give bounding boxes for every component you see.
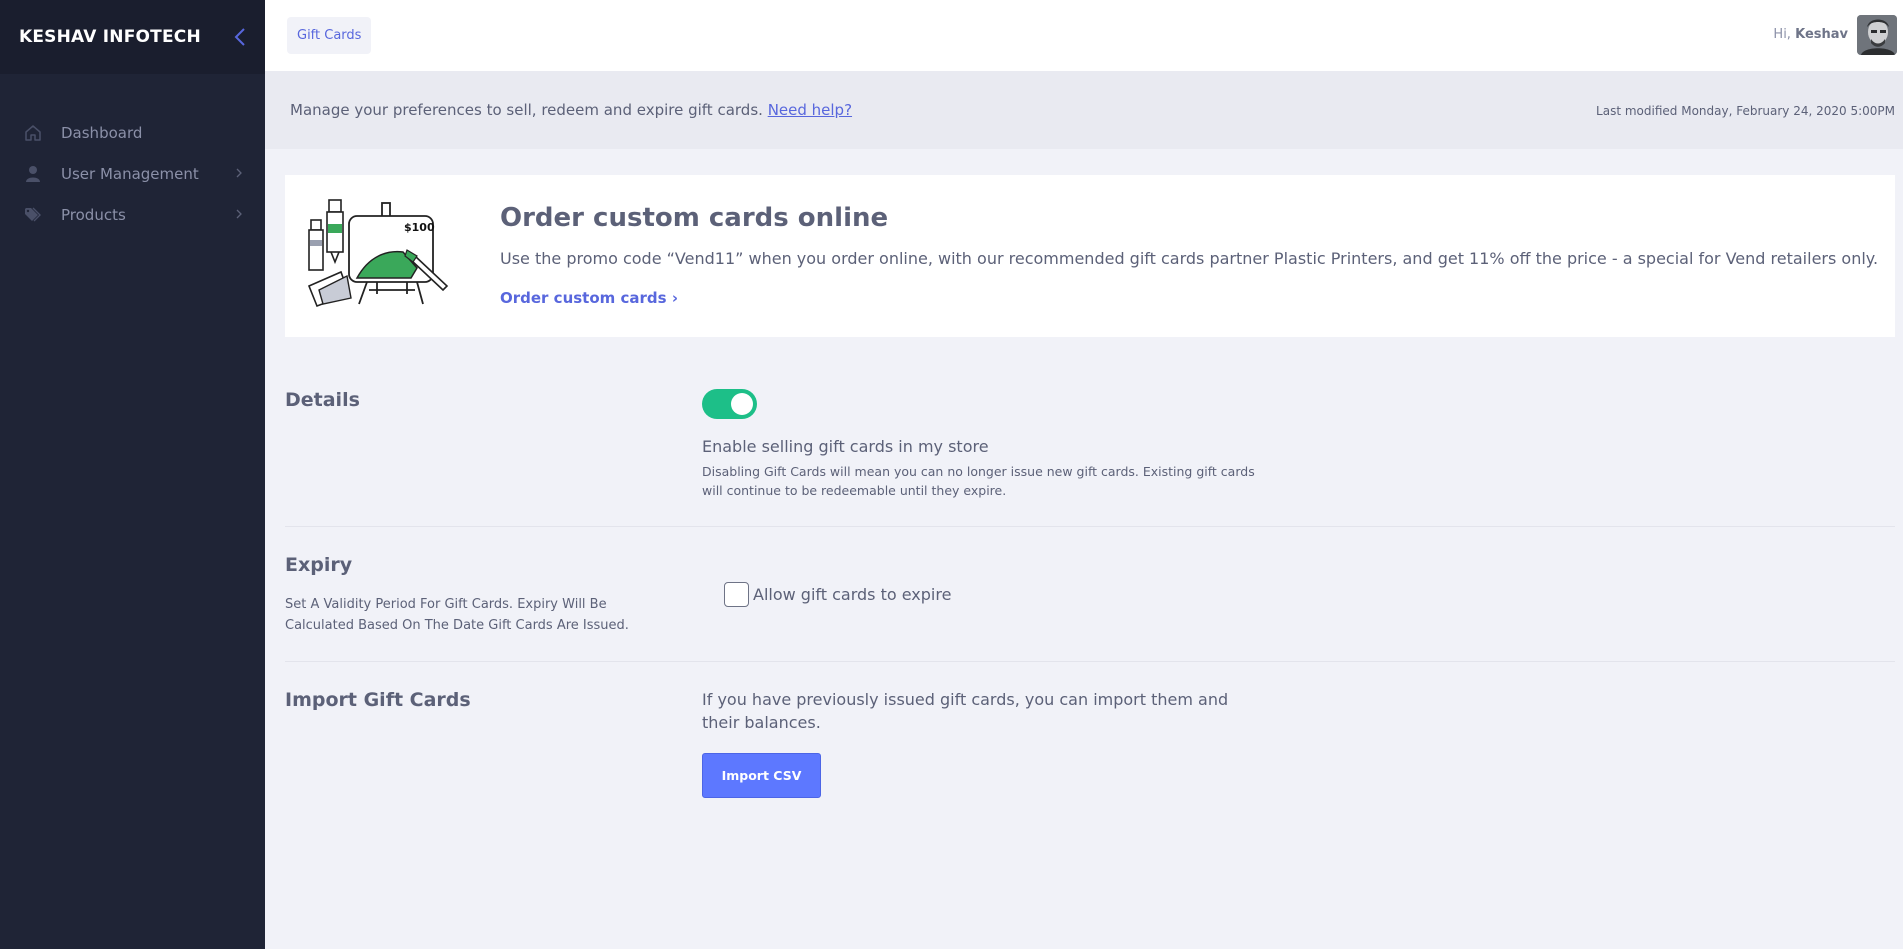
sidebar-item-user-management[interactable]: User Management (0, 153, 265, 194)
section-divider (285, 661, 1895, 662)
sidebar: KESHAV INFOTECH Dashboard User Managemen… (0, 0, 265, 949)
section-divider (285, 526, 1895, 527)
need-help-link[interactable]: Need help? (768, 101, 852, 119)
import-gift-cards-title: Import Gift Cards (285, 689, 471, 711)
sidebar-item-label: Dashboard (61, 123, 143, 142)
enable-selling-description: Disabling Gift Cards will mean you can n… (702, 464, 1255, 498)
chevron-right-icon (236, 168, 242, 178)
collapse-sidebar-icon[interactable] (231, 26, 249, 48)
top-header: Gift Cards Hi, Keshav (265, 0, 1903, 71)
avatar[interactable] (1857, 15, 1897, 55)
promo-card: $100 Order custom cards online Use the p… (285, 175, 1895, 337)
user-icon (24, 165, 42, 183)
user-greeting[interactable]: Hi, Keshav (1773, 27, 1848, 42)
page-description: Manage your preferences to sell, redeem … (290, 101, 852, 119)
gift-card-illustration: $100 (307, 199, 449, 308)
tags-icon (24, 206, 42, 224)
import-csv-button[interactable]: Import CSV (702, 753, 821, 798)
promo-description: Use the promo code “Vend11” when you ord… (500, 249, 1879, 268)
breadcrumb-gift-cards[interactable]: Gift Cards (287, 17, 372, 54)
sidebar-item-products[interactable]: Products (0, 194, 265, 235)
details-title: Details (285, 389, 360, 411)
greeting-text: Hi, (1773, 27, 1791, 42)
expiry-title: Expiry (285, 554, 353, 576)
enable-gift-cards-toggle[interactable] (702, 389, 757, 419)
allow-expire-checkbox[interactable] (724, 582, 749, 607)
import-description: If you have previously issued gift cards… (702, 690, 1229, 732)
brand-name: KESHAV INFOTECH (19, 27, 201, 47)
home-icon (24, 124, 42, 142)
promo-title: Order custom cards online (500, 203, 889, 233)
brand-header: KESHAV INFOTECH (0, 0, 265, 74)
last-modified: Last modified Monday, February 24, 2020 … (1596, 104, 1895, 118)
expiry-description: Set A Validity Period For Gift Cards. Ex… (285, 597, 629, 633)
sidebar-nav: Dashboard User Management Products (0, 112, 265, 235)
sidebar-item-label: User Management (61, 164, 199, 183)
enable-selling-title: Enable selling gift cards in my store (702, 437, 989, 456)
order-custom-cards-label: Order custom cards (500, 289, 667, 307)
user-name: Keshav (1795, 27, 1848, 42)
order-custom-cards-link[interactable]: Order custom cards › (500, 289, 678, 307)
sidebar-item-label: Products (61, 205, 126, 224)
toggle-knob (731, 393, 753, 415)
illustration-price: $100 (404, 221, 435, 234)
chevron-right-icon: › (671, 289, 679, 307)
chevron-right-icon (236, 209, 242, 219)
sub-header: Manage your preferences to sell, redeem … (265, 71, 1903, 149)
sidebar-item-dashboard[interactable]: Dashboard (0, 112, 265, 153)
allow-expire-label[interactable]: Allow gift cards to expire (753, 585, 951, 604)
page-description-text: Manage your preferences to sell, redeem … (290, 101, 763, 119)
